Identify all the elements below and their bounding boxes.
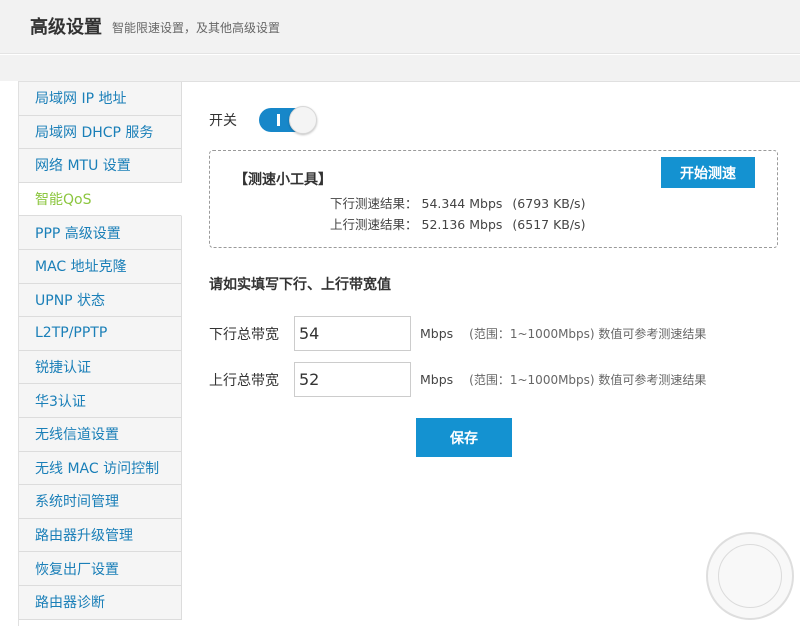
page-subtitle: 智能限速设置，及其他高级设置 [112, 21, 281, 35]
download-result: 下行测速结果： 54.344 Mbps (6793 KB/s) [330, 193, 585, 212]
sidebar-menu: 局域网 IP 地址 局域网 DHCP 服务 网络 MTU 设置 智能QoS PPP 高级… [19, 82, 182, 620]
start-speed-test-button[interactable]: 开始测速 [661, 157, 755, 188]
sidebar-item-6[interactable]: MAC 地址克隆 [19, 249, 182, 284]
toggle-on-indicator-icon [277, 114, 280, 126]
sidebar-item-3[interactable]: 网络 MTU 设置 [19, 149, 182, 183]
upload-bandwidth-row: 上行总带宽 Mbps (范围：1~1000Mbps) 数值可参考测速结果 [209, 362, 706, 397]
download-bandwidth-row: 下行总带宽 Mbps (范围：1~1000Mbps) 数值可参考测速结果 [209, 316, 706, 351]
speed-test-box: 【测速小工具】 下行测速结果： 54.344 Mbps (6793 KB/s) 上行… [209, 150, 778, 248]
sidebar-item-2[interactable]: 局域网 DHCP 服务 [19, 115, 182, 150]
qos-switch-label: 开关 [209, 113, 237, 129]
page-title: 高级设置 [30, 17, 102, 38]
sidebar-item-10[interactable]: 华3认证 [19, 384, 182, 418]
upload-result-mbps: 52.136 Mbps [421, 217, 503, 232]
download-result-mbps: 54.344 Mbps [421, 196, 503, 211]
sidebar-item-7[interactable]: UPNP 状态 [19, 283, 182, 318]
sidebar-item-4[interactable]: 智能QoS [19, 182, 182, 217]
upload-bandwidth-unit: Mbps [420, 372, 454, 387]
sidebar-item-1[interactable]: 局域网 IP 地址 [19, 82, 182, 116]
bandwidth-section-title: 请如实填写下行、上行带宽值 [209, 277, 391, 293]
save-button[interactable]: 保存 [416, 418, 512, 457]
upload-result-kbs: (6517 KB/s) [512, 217, 586, 232]
sidebar-item-15[interactable]: 恢复出厂设置 [19, 552, 182, 586]
sidebar-item-9[interactable]: 锐捷认证 [19, 350, 182, 385]
sidebar-item-11[interactable]: 无线信道设置 [19, 417, 182, 452]
watermark-seal-icon [706, 532, 794, 620]
upload-bandwidth-input[interactable] [294, 362, 411, 397]
upload-bandwidth-hint: (范围：1~1000Mbps) 数值可参考测速结果 [469, 373, 707, 387]
toggle-knob[interactable] [289, 106, 317, 134]
watermark-seal-inner-ring [718, 544, 782, 608]
download-bandwidth-unit: Mbps [420, 326, 454, 341]
sidebar-item-13[interactable]: 系统时间管理 [19, 485, 182, 519]
sidebar-item-16[interactable]: 路由器诊断 [19, 585, 182, 620]
upload-bandwidth-label: 上行总带宽 [209, 372, 279, 389]
upload-result-label: 上行测速结果： [330, 217, 418, 232]
upload-result: 上行测速结果： 52.136 Mbps (6517 KB/s) [330, 214, 585, 233]
sidebar-item-8[interactable]: L2TP/PPTP [19, 317, 182, 351]
qos-switch-row: 开关 [209, 106, 317, 134]
download-bandwidth-label: 下行总带宽 [209, 326, 279, 343]
sidebar-item-5[interactable]: PPP 高级设置 [19, 216, 182, 250]
download-bandwidth-hint: (范围：1~1000Mbps) 数值可参考测速结果 [469, 327, 707, 341]
download-result-kbs: (6793 KB/s) [512, 196, 586, 211]
sidebar-item-12[interactable]: 无线 MAC 访问控制 [19, 451, 182, 486]
header-gap [0, 55, 800, 81]
speed-test-title: 【测速小工具】 [234, 172, 332, 188]
sidebar-item-14[interactable]: 路由器升级管理 [19, 518, 182, 553]
download-result-label: 下行测速结果： [330, 196, 418, 211]
page-header: 高级设置 智能限速设置，及其他高级设置 [0, 0, 800, 54]
download-bandwidth-input[interactable] [294, 316, 411, 351]
qos-toggle-switch[interactable] [259, 106, 317, 134]
